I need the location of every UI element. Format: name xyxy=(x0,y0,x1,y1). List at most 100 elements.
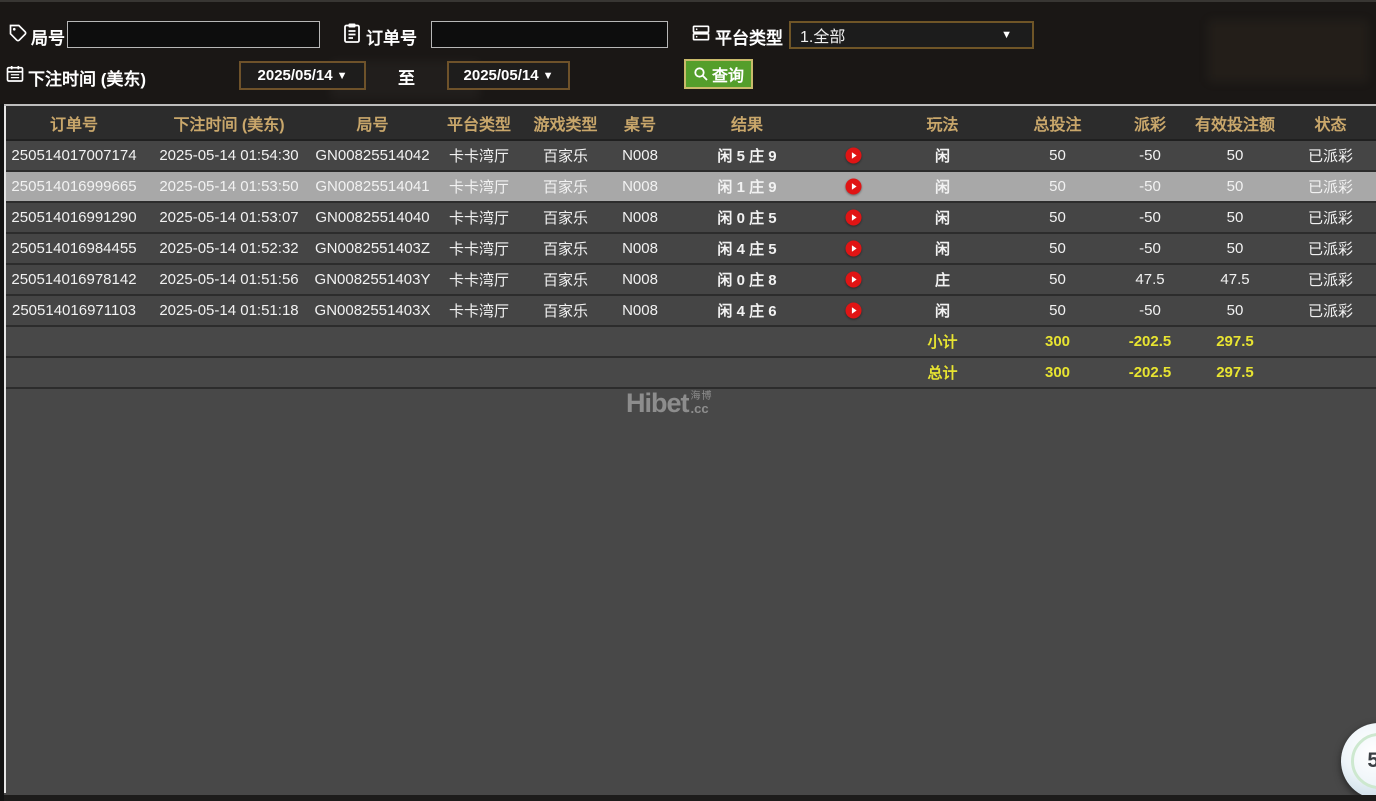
cell-game_type: 百家乐 xyxy=(523,140,608,171)
query-button[interactable]: 查询 xyxy=(684,59,753,89)
col-header-game_type: 游戏类型 xyxy=(523,106,608,140)
replay-cell xyxy=(822,295,885,326)
col-header-order_no: 订单号 xyxy=(0,106,148,140)
subtotal-row: 小计 300 -202.5 297.5 xyxy=(0,326,1376,357)
chevron-down-icon: ▼ xyxy=(337,70,348,82)
cell-status: 已派彩 xyxy=(1285,140,1376,171)
cell-status: 已派彩 xyxy=(1285,202,1376,233)
watermark-cn: 海博 xyxy=(691,391,713,402)
background-ghost-content xyxy=(1208,20,1368,82)
cell-platform: 卡卡湾厅 xyxy=(435,140,523,171)
replay-play-icon[interactable] xyxy=(845,271,862,288)
cell-platform: 卡卡湾厅 xyxy=(435,202,523,233)
total-payout: -202.5 xyxy=(1115,357,1185,388)
subtotal-status-spacer xyxy=(1285,326,1376,357)
cell-valid_bet: 50 xyxy=(1185,140,1285,171)
records-table-area: 订单号下注时间 (美东)局号平台类型游戏类型桌号结果玩法总投注派彩有效投注额状态… xyxy=(0,104,1376,801)
cell-payout: -50 xyxy=(1115,233,1185,264)
cell-bet_time: 2025-05-14 01:53:50 xyxy=(148,171,310,202)
col-header-total_bet: 总投注 xyxy=(1000,106,1115,140)
watermark-brand: Hibet xyxy=(626,390,689,416)
total-row: 总计 300 -202.5 297.5 xyxy=(0,357,1376,388)
table-row[interactable]: 2505140169844552025-05-14 01:52:32GN0082… xyxy=(0,233,1376,264)
cell-result: 闲 1 庄 9 xyxy=(672,171,822,202)
date-to-picker[interactable]: 2025/05/14 ▼ xyxy=(447,61,570,90)
table-row[interactable]: 2505140169996652025-05-14 01:53:50GN0082… xyxy=(0,171,1376,202)
cell-total_bet: 50 xyxy=(1000,264,1115,295)
cell-table_no: N008 xyxy=(608,202,672,233)
cell-valid_bet: 50 xyxy=(1185,202,1285,233)
cell-platform: 卡卡湾厅 xyxy=(435,171,523,202)
subtotal-payout: -202.5 xyxy=(1115,326,1185,357)
subtotal-total-bet: 300 xyxy=(1000,326,1115,357)
table-header-row: 订单号下注时间 (美东)局号平台类型游戏类型桌号结果玩法总投注派彩有效投注额状态 xyxy=(0,106,1376,140)
cell-total_bet: 50 xyxy=(1000,202,1115,233)
cell-order_no: 250514016991290 xyxy=(0,202,148,233)
cell-total_bet: 50 xyxy=(1000,233,1115,264)
game-no-input[interactable] xyxy=(67,21,320,48)
clipboard-icon xyxy=(342,22,362,49)
order-no-label: 订单号 xyxy=(366,24,417,49)
game-no-label: 局号 xyxy=(31,24,65,49)
date-to-label: 至 xyxy=(398,64,415,89)
cell-platform: 卡卡湾厅 xyxy=(435,264,523,295)
table-row[interactable]: 2505140169711032025-05-14 01:51:18GN0082… xyxy=(0,295,1376,326)
cell-table_no: N008 xyxy=(608,264,672,295)
table-row[interactable]: 2505140169912902025-05-14 01:53:07GN0082… xyxy=(0,202,1376,233)
cell-play_type: 闲 xyxy=(885,202,1000,233)
chevron-down-icon: ▼ xyxy=(543,70,554,82)
cell-game_type: 百家乐 xyxy=(523,264,608,295)
cell-total_bet: 50 xyxy=(1000,295,1115,326)
cell-table_no: N008 xyxy=(608,233,672,264)
cell-order_no: 250514017007174 xyxy=(0,140,148,171)
cell-status: 已派彩 xyxy=(1285,295,1376,326)
cell-status: 已派彩 xyxy=(1285,233,1376,264)
col-header-play_type: 玩法 xyxy=(885,106,1000,140)
replay-play-icon[interactable] xyxy=(845,240,862,257)
cell-play_type: 庄 xyxy=(885,264,1000,295)
bet-time-label: 下注时间 (美东) xyxy=(28,65,146,90)
table-row[interactable]: 2505140169781422025-05-14 01:51:56GN0082… xyxy=(0,264,1376,295)
replay-cell xyxy=(822,202,885,233)
date-from-picker[interactable]: 2025/05/14 ▼ xyxy=(239,61,366,90)
order-no-input[interactable] xyxy=(431,21,668,48)
total-label: 总计 xyxy=(885,357,1000,388)
replay-play-icon[interactable] xyxy=(845,178,862,195)
cell-play_type: 闲 xyxy=(885,171,1000,202)
betting-records-screen: 局号 订单号 平台类型 1.全部 ▼ 下注时间 (美东) 2025/05/14 xyxy=(0,0,1376,801)
cell-valid_bet: 47.5 xyxy=(1185,264,1285,295)
platform-type-value: 1.全部 xyxy=(800,23,845,47)
platform-type-select[interactable]: 1.全部 ▼ xyxy=(789,21,1034,49)
subtotal-label: 小计 xyxy=(885,326,1000,357)
cell-result: 闲 5 庄 9 xyxy=(672,140,822,171)
col-header-replay xyxy=(822,106,885,140)
cell-total_bet: 50 xyxy=(1000,171,1115,202)
cell-order_no: 250514016971103 xyxy=(0,295,148,326)
subtotal-valid-bet: 297.5 xyxy=(1185,326,1285,357)
cell-game_no: GN00825514041 xyxy=(310,171,435,202)
table-row[interactable]: 2505140170071742025-05-14 01:54:30GN0082… xyxy=(0,140,1376,171)
col-header-platform: 平台类型 xyxy=(435,106,523,140)
cell-payout: -50 xyxy=(1115,140,1185,171)
table-body: 2505140170071742025-05-14 01:54:30GN0082… xyxy=(0,140,1376,326)
replay-cell xyxy=(822,264,885,295)
search-icon xyxy=(693,66,709,82)
query-button-label: 查询 xyxy=(712,62,744,86)
cell-game_no: GN00825514042 xyxy=(310,140,435,171)
hibet-watermark: Hibet 海博 .cc xyxy=(626,390,713,416)
replay-play-icon[interactable] xyxy=(845,209,862,226)
replay-cell xyxy=(822,140,885,171)
replay-play-icon[interactable] xyxy=(845,302,862,319)
cell-game_no: GN00825514040 xyxy=(310,202,435,233)
cell-game_type: 百家乐 xyxy=(523,233,608,264)
replay-cell xyxy=(822,171,885,202)
replay-play-icon[interactable] xyxy=(845,147,862,164)
cell-game_type: 百家乐 xyxy=(523,295,608,326)
cell-game_no: GN0082551403X xyxy=(310,295,435,326)
cell-table_no: N008 xyxy=(608,171,672,202)
replay-cell xyxy=(822,233,885,264)
cell-bet_time: 2025-05-14 01:54:30 xyxy=(148,140,310,171)
cell-result: 闲 0 庄 8 xyxy=(672,264,822,295)
col-header-result: 结果 xyxy=(672,106,822,140)
cell-payout: -50 xyxy=(1115,171,1185,202)
